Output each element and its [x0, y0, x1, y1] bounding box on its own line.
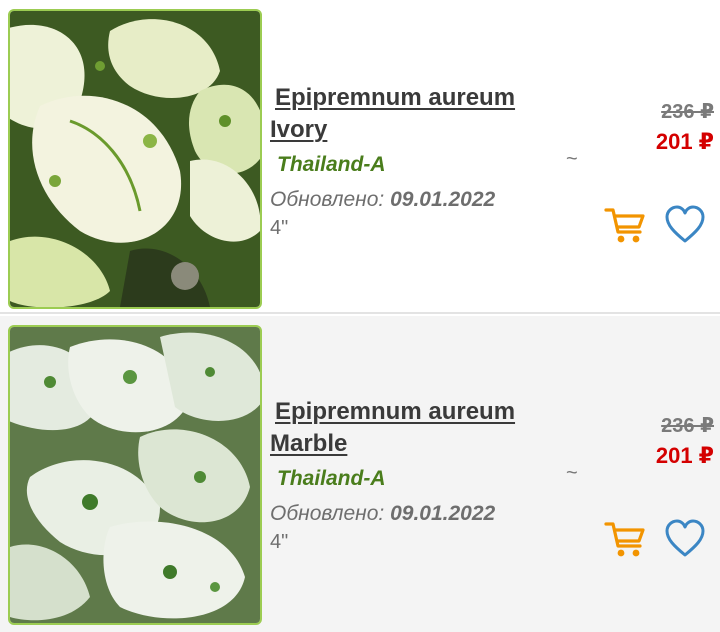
price-block: 236 ₽ 201 ₽: [656, 100, 714, 156]
pot-size: 4": [270, 217, 289, 239]
current-price: 201 ₽: [655, 129, 714, 154]
product-title-link[interactable]: Epipremnum aureum Marble: [270, 396, 570, 460]
ivory-pothos-photo: [10, 11, 260, 307]
product-card: Epipremnum aureum Marble Thailand-A Обно…: [0, 316, 720, 632]
updated-row: Обновлено: 09.01.2022: [270, 185, 570, 215]
product-origin: Thailand-A: [277, 467, 386, 490]
shopping-cart-icon: [604, 522, 645, 557]
product-image[interactable]: [8, 9, 262, 309]
product-title-line1[interactable]: Epipremnum aureum: [270, 396, 570, 428]
heart-icon: [665, 519, 705, 557]
price-block: 236 ₽ 201 ₽: [656, 414, 714, 470]
product-info: Epipremnum aureum Ivory Thailand-A Обнов…: [270, 82, 570, 241]
product-title-link[interactable]: Epipremnum aureum Ivory: [270, 82, 570, 146]
product-title-line2[interactable]: Marble: [270, 428, 570, 460]
product-image[interactable]: [8, 325, 262, 625]
old-price: 236 ₽: [661, 415, 714, 437]
add-to-cart-button[interactable]: [604, 204, 646, 246]
product-title-line1[interactable]: Epipremnum aureum: [270, 82, 570, 114]
old-price: 236 ₽: [661, 101, 714, 123]
updated-label: Обновлено:: [270, 188, 385, 211]
current-price: 201 ₽: [655, 443, 714, 468]
add-to-cart-button[interactable]: [604, 518, 646, 560]
approx-symbol: ~: [566, 462, 578, 484]
product-list: Epipremnum aureum Ivory Thailand-A Обнов…: [0, 0, 720, 632]
marble-pothos-photo: [10, 327, 260, 623]
heart-icon: [665, 205, 705, 243]
shopping-cart-icon: [604, 208, 645, 243]
add-to-favorites-button[interactable]: [664, 518, 706, 560]
updated-label: Обновлено:: [270, 502, 385, 525]
add-to-favorites-button[interactable]: [664, 204, 706, 246]
product-card: Epipremnum aureum Ivory Thailand-A Обнов…: [0, 0, 720, 314]
pot-size: 4": [270, 531, 289, 553]
approx-symbol: ~: [566, 148, 578, 170]
product-title-line2[interactable]: Ivory: [270, 114, 570, 146]
updated-date: 09.01.2022: [390, 502, 496, 525]
product-origin: Thailand-A: [277, 153, 386, 176]
updated-date: 09.01.2022: [390, 188, 496, 211]
product-info: Epipremnum aureum Marble Thailand-A Обно…: [270, 396, 570, 555]
updated-row: Обновлено: 09.01.2022: [270, 499, 570, 529]
